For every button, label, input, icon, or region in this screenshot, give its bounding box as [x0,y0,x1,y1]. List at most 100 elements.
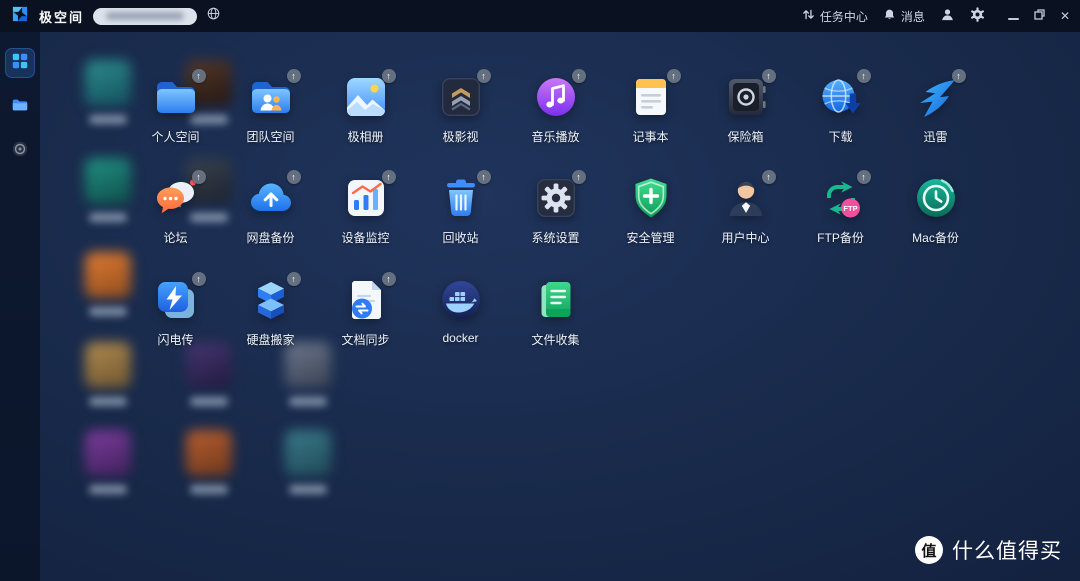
app-lightning-transfer[interactable]: ↑ 闪电传 [128,276,223,348]
messages-button[interactable]: 消息 [883,8,925,25]
app-label: 极影视 [442,128,478,145]
blurred-app-label [89,307,127,316]
app-forum[interactable]: ↑ 论坛 [128,174,223,246]
minimize-button[interactable] [1008,9,1019,23]
update-badge-icon: ↑ [477,170,491,184]
app-docker[interactable]: docker [413,276,508,348]
app-recycle-bin[interactable]: ↑ 回收站 [413,174,508,246]
download-globe-icon: ↑ [817,73,865,121]
blurred-app[interactable] [186,342,232,406]
app-device-monitor[interactable]: ↑ 设备监控 [318,174,413,246]
app-movie[interactable]: ↑ 极影视 [413,73,508,145]
app-personal-space[interactable]: ↑ 个人空间 [128,73,223,145]
app-cloud-backup[interactable]: ↑ 网盘备份 [223,174,318,246]
app-label: 文档同步 [341,331,389,348]
app-row-1: ↑ 个人空间 ↑ 团队空间 ↑ 极相册 ↑ 极影视 [128,73,983,145]
user-avatar-icon [940,7,955,25]
app-ftp-backup[interactable]: FTP ↑ FTP备份 [793,174,888,246]
blurred-username-text [106,12,184,20]
blurred-app[interactable] [85,60,131,124]
update-badge-icon: ↑ [857,69,871,83]
task-center-icon [802,8,815,24]
cloud-backup-icon: ↑ [247,174,295,222]
app-label: 设备监控 [341,229,389,246]
app-label: 硬盘搬家 [246,331,294,348]
file-collect-icon [532,276,580,324]
user-center-avatar-icon: ↑ [722,174,770,222]
globe-icon[interactable] [206,6,221,26]
xunlei-bird-icon: ↑ [912,73,960,121]
task-center-button[interactable]: 任务中心 [802,8,868,25]
app-music-player[interactable]: ↑ 音乐播放 [508,73,603,145]
app-label: 用户中心 [721,229,769,246]
app-notepad[interactable]: ↑ 记事本 [603,73,698,145]
folder-icon [11,96,29,119]
desktop: ↑ 个人空间 ↑ 团队空间 ↑ 极相册 ↑ 极影视 [40,32,1080,581]
sidebar-item-disc[interactable] [5,136,35,166]
update-badge-icon: ↑ [762,170,776,184]
blurred-app[interactable] [285,342,331,406]
account-button[interactable] [940,7,955,25]
app-xunlei[interactable]: ↑ 迅雷 [888,73,983,145]
app-label: 音乐播放 [531,128,579,145]
personal-space-icon: ↑ [152,73,200,121]
blurred-app-label [89,213,127,222]
blurred-app[interactable] [85,158,131,222]
app-label: 闪电传 [157,331,193,348]
username-blurred[interactable] [93,8,197,25]
blurred-app-label [89,397,127,406]
app-label: 团队空间 [246,128,294,145]
blurred-app-label [190,485,228,494]
update-badge-icon: ↑ [952,69,966,83]
sidebar-item-files[interactable] [5,92,35,122]
maximize-button[interactable] [1034,9,1045,23]
app-title: 极空间 [39,7,84,26]
update-badge-icon: ↑ [192,272,206,286]
app-disk-migration[interactable]: ↑ 硬盘搬家 [223,276,318,348]
watermark: 值 什么值得买 [915,535,1062,565]
smzdm-logo-icon: 值 [915,536,943,564]
lightning-transfer-icon: ↑ [152,276,200,324]
blurred-app-label [89,115,127,124]
update-badge-icon: ↑ [382,69,396,83]
blurred-app[interactable] [85,252,131,316]
app-file-collect[interactable]: 文件收集 [508,276,603,348]
blurred-app[interactable] [285,430,331,494]
blurred-app[interactable] [85,430,131,494]
app-safe-box[interactable]: ↑ 保险箱 [698,73,793,145]
sidebar-item-apps[interactable] [5,48,35,78]
update-badge-icon: ↑ [762,69,776,83]
app-logo-icon [10,4,30,29]
forum-bubbles-icon: ↑ [152,174,200,222]
app-team-space[interactable]: ↑ 团队空间 [223,73,318,145]
blurred-app-label [289,397,327,406]
recycle-bin-icon: ↑ [437,174,485,222]
update-badge-icon: ↑ [287,69,301,83]
settings-button[interactable] [970,7,985,25]
sidebar [0,32,40,581]
app-mac-backup[interactable]: Mac备份 [888,174,983,246]
blurred-app-icon [85,342,131,388]
app-label: 下载 [828,128,852,145]
movie-icon: ↑ [437,73,485,121]
update-badge-icon: ↑ [572,69,586,83]
app-doc-sync[interactable]: ↑ 文档同步 [318,276,413,348]
photo-album-icon: ↑ [342,73,390,121]
messages-label: 消息 [901,8,925,25]
topbar: 极空间 任务中心 消息 [0,0,1080,32]
blurred-app[interactable] [186,430,232,494]
close-button[interactable]: ✕ [1060,10,1070,22]
app-label: 回收站 [442,229,478,246]
app-user-center[interactable]: ↑ 用户中心 [698,174,793,246]
app-system-settings[interactable]: ↑ 系统设置 [508,174,603,246]
app-download[interactable]: ↑ 下载 [793,73,888,145]
update-badge-icon: ↑ [667,69,681,83]
app-photo-album[interactable]: ↑ 极相册 [318,73,413,145]
apps-grid-icon [11,52,29,75]
blurred-app-icon [186,342,232,388]
app-label: FTP备份 [817,229,864,246]
update-badge-icon: ↑ [572,170,586,184]
blurred-app[interactable] [85,342,131,406]
app-security[interactable]: 安全管理 [603,174,698,246]
minimize-icon [1008,18,1019,20]
